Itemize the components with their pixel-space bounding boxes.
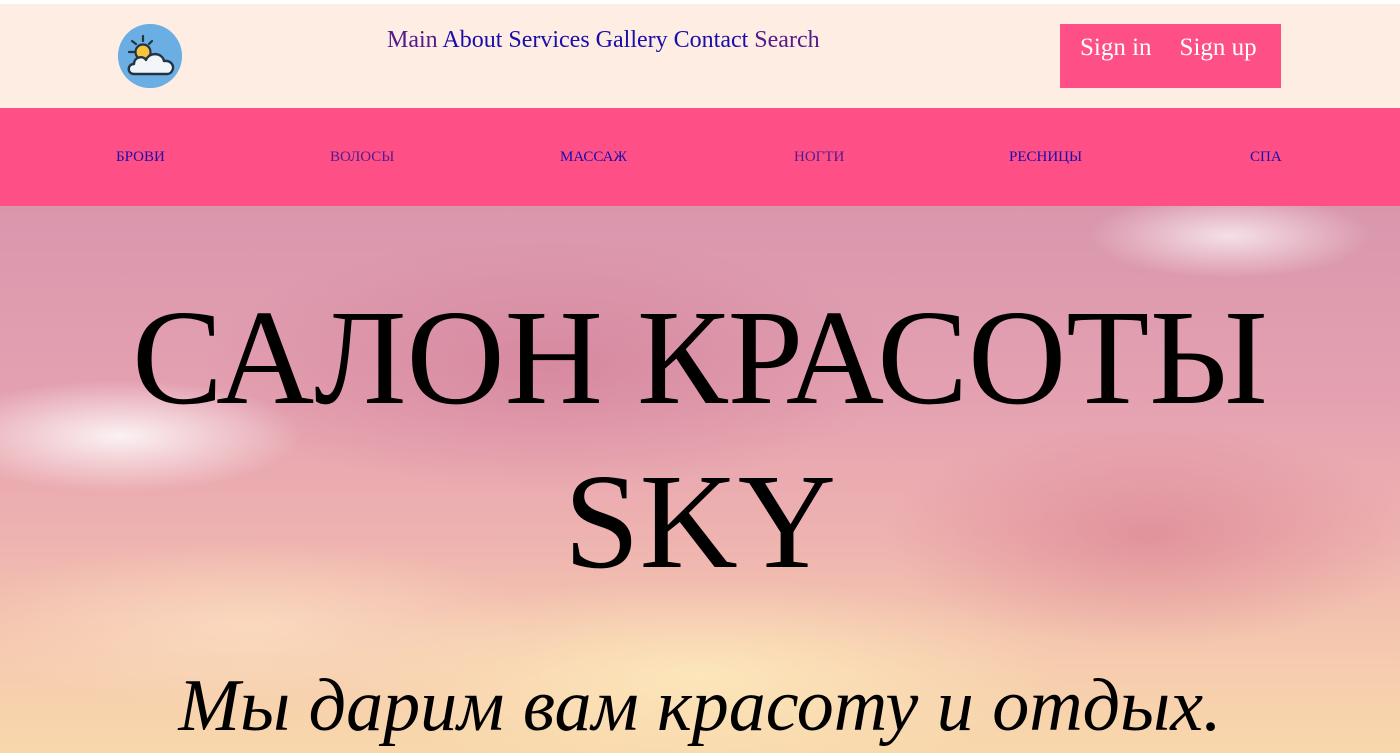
category-link-massage[interactable]: МАССАЖ — [560, 148, 627, 166]
nav-link-main[interactable]: Main — [387, 27, 438, 53]
nav-link-contact[interactable]: Contact — [674, 27, 749, 53]
hero-subtitle: Мы дарим вам красоту и отдых. — [178, 665, 1222, 747]
category-link-brows[interactable]: БРОВИ — [116, 148, 165, 166]
hero-title: САЛОН КРАСОТЫ SKY — [0, 276, 1400, 604]
logo-graphic — [118, 24, 182, 88]
nav-link-services[interactable]: Services — [508, 27, 589, 53]
hero-title-line-2: SKY — [563, 447, 837, 597]
nav-link-about[interactable]: About — [442, 27, 502, 53]
sign-up-link[interactable]: Sign up — [1180, 34, 1257, 61]
category-bar: БРОВИ ВОЛОСЫ МАССАЖ НОГТИ РЕСНИЦЫ СПА — [0, 108, 1400, 206]
auth-box: Sign in Sign up — [1060, 24, 1281, 88]
top-header: Main About Services Gallery Contact Sear… — [0, 0, 1400, 108]
main-nav: Main About Services Gallery Contact Sear… — [387, 26, 820, 54]
sun-cloud-logo-icon[interactable] — [118, 24, 182, 88]
category-link-nails[interactable]: НОГТИ — [794, 148, 844, 166]
category-link-lashes[interactable]: РЕСНИЦЫ — [1009, 148, 1082, 166]
hero-section: САЛОН КРАСОТЫ SKY Мы дарим вам красоту и… — [0, 206, 1400, 753]
category-link-spa[interactable]: СПА — [1250, 148, 1282, 166]
hero-title-line-1: САЛОН КРАСОТЫ — [132, 283, 1268, 433]
nav-link-search[interactable]: Search — [754, 27, 819, 53]
nav-link-gallery[interactable]: Gallery — [596, 27, 668, 53]
sign-in-link[interactable]: Sign in — [1080, 34, 1152, 61]
category-link-hair[interactable]: ВОЛОСЫ — [330, 148, 394, 166]
page: Main About Services Gallery Contact Sear… — [0, 0, 1400, 753]
